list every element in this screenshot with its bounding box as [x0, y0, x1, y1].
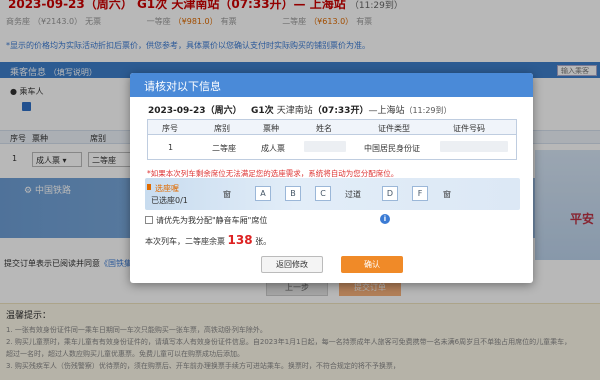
- confirm-button[interactable]: 确认: [341, 256, 403, 273]
- seat-d-button[interactable]: D: [382, 186, 398, 201]
- seat-selection-count: 已选座0/1: [151, 196, 188, 205]
- table-row: 1 二等座 成人票 中国居民身份证: [148, 135, 516, 159]
- dialog-train-date: 2023-09-23（周六）: [148, 106, 242, 116]
- dialog-train-summary: 2023-09-23（周六） G1次 天津南站（07:33开）—上海站（11:2…: [148, 103, 452, 116]
- dialog-train-number: G1次: [250, 106, 274, 116]
- quiet-car-option[interactable]: 请优先为我分配"静音车厢"席位: [145, 215, 267, 226]
- window-label: 窗: [443, 190, 451, 199]
- dialog-depart-time: （07:33开）: [312, 106, 369, 116]
- row-seat: 二等座: [212, 144, 236, 153]
- seat-icon: [147, 184, 151, 190]
- row-ticket-type: 成人票: [261, 144, 285, 153]
- seat-f-button[interactable]: F: [412, 186, 428, 201]
- row-name-redacted: [304, 141, 346, 152]
- column-header: 证件号码: [453, 124, 485, 133]
- column-header: 证件类型: [378, 124, 410, 133]
- window-label: 窗: [223, 190, 231, 199]
- column-header: 票种: [263, 124, 279, 133]
- confirm-table-header: 序号 席别 票种 姓名 证件类型 证件号码: [148, 120, 516, 135]
- row-seq: 1: [168, 143, 174, 152]
- dialog-arrive-time: （11:29到）: [404, 106, 452, 115]
- back-to-edit-button[interactable]: 返回修改: [261, 256, 323, 273]
- dialog-title: 请核对以下信息: [130, 73, 533, 97]
- passenger-confirm-table: 序号 席别 票种 姓名 证件类型 证件号码 1 二等座 成人票 中国居民身份证: [147, 119, 517, 160]
- seat-b-button[interactable]: B: [285, 186, 301, 201]
- remaining-tickets: 本次列车，二等座余票 138 张。: [145, 233, 272, 247]
- confirm-info-dialog: 请核对以下信息 2023-09-23（周六） G1次 天津南站（07:33开）—…: [130, 73, 533, 283]
- info-icon[interactable]: i: [380, 214, 390, 224]
- row-id-number-redacted: [440, 141, 508, 152]
- column-header: 姓名: [316, 124, 332, 133]
- quiet-car-checkbox[interactable]: [145, 216, 153, 224]
- remaining-count: 138: [227, 233, 253, 247]
- seat-a-button[interactable]: A: [255, 186, 271, 201]
- aisle-label: 过道: [345, 190, 361, 199]
- row-id-type: 中国居民身份证: [364, 144, 420, 153]
- column-header: 席别: [214, 124, 230, 133]
- seat-c-button[interactable]: C: [315, 186, 331, 201]
- seat-selection-label: 选座喔: [155, 184, 179, 193]
- dialog-to-station: 上海站: [377, 106, 405, 116]
- seat-selection-panel: 选座喔 已选座0/1 窗 A B C 过道 D F 窗: [145, 178, 520, 210]
- dialog-from-station: 天津南站: [276, 106, 313, 116]
- quiet-car-label: 请优先为我分配"静音车厢"席位: [156, 216, 268, 225]
- column-header: 序号: [162, 124, 178, 133]
